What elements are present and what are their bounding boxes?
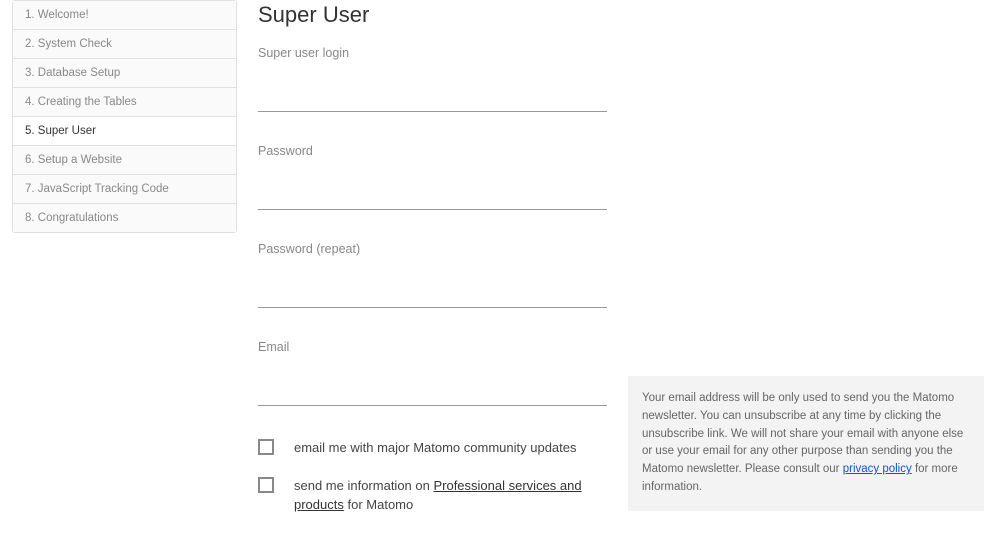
sidebar-item-creating-tables[interactable]: 4. Creating the Tables	[13, 88, 236, 117]
sidebar-item-setup-website[interactable]: 6. Setup a Website	[13, 146, 236, 175]
professional-label-suffix: for Matomo	[344, 497, 413, 512]
login-label: Super user login	[258, 46, 618, 60]
professional-checkbox[interactable]	[258, 477, 274, 493]
professional-checkbox-label: send me information on Professional serv…	[294, 476, 618, 515]
email-field-group: Email	[258, 340, 618, 406]
sidebar-item-label: 3. Database Setup	[25, 67, 120, 79]
privacy-policy-link[interactable]: privacy policy	[843, 463, 912, 475]
sidebar-item-super-user[interactable]: 5. Super User	[13, 117, 236, 146]
newsletter-checkbox-label: email me with major Matomo community upd…	[294, 438, 577, 458]
password-repeat-label: Password (repeat)	[258, 242, 618, 256]
sidebar-item-welcome[interactable]: 1. Welcome!	[13, 1, 236, 30]
sidebar-item-label: 4. Creating the Tables	[25, 96, 137, 108]
password-field-group: Password	[258, 144, 618, 210]
password-repeat-field-group: Password (repeat)	[258, 242, 618, 308]
sidebar-item-database-setup[interactable]: 3. Database Setup	[13, 59, 236, 88]
professional-label-prefix: send me information on	[294, 478, 433, 493]
sidebar-item-label: 1. Welcome!	[25, 9, 89, 21]
professional-checkbox-row: send me information on Professional serv…	[258, 476, 618, 515]
login-input[interactable]	[258, 84, 607, 112]
sidebar-item-system-check[interactable]: 2. System Check	[13, 30, 236, 59]
sidebar-item-congratulations[interactable]: 8. Congratulations	[13, 204, 236, 232]
sidebar-item-tracking-code[interactable]: 7. JavaScript Tracking Code	[13, 175, 236, 204]
sidebar-item-label: 6. Setup a Website	[25, 154, 122, 166]
email-label: Email	[258, 340, 618, 354]
sidebar-item-label: 8. Congratulations	[25, 212, 118, 224]
password-input[interactable]	[258, 182, 607, 210]
password-label: Password	[258, 144, 618, 158]
newsletter-checkbox[interactable]	[258, 439, 274, 455]
privacy-notice: Your email address will be only used to …	[628, 376, 984, 511]
login-field-group: Super user login	[258, 46, 618, 112]
email-input[interactable]	[258, 378, 607, 406]
newsletter-checkbox-row: email me with major Matomo community upd…	[258, 438, 618, 458]
page-title: Super User	[258, 2, 618, 28]
password-repeat-input[interactable]	[258, 280, 607, 308]
sidebar-item-label: 5. Super User	[25, 125, 96, 137]
install-steps-sidebar: 1. Welcome! 2. System Check 3. Database …	[12, 0, 237, 233]
checkbox-section: email me with major Matomo community upd…	[258, 438, 618, 515]
main-form: Super User Super user login Password Pas…	[258, 0, 618, 533]
sidebar-item-label: 7. JavaScript Tracking Code	[25, 183, 169, 195]
sidebar-item-label: 2. System Check	[25, 38, 112, 50]
